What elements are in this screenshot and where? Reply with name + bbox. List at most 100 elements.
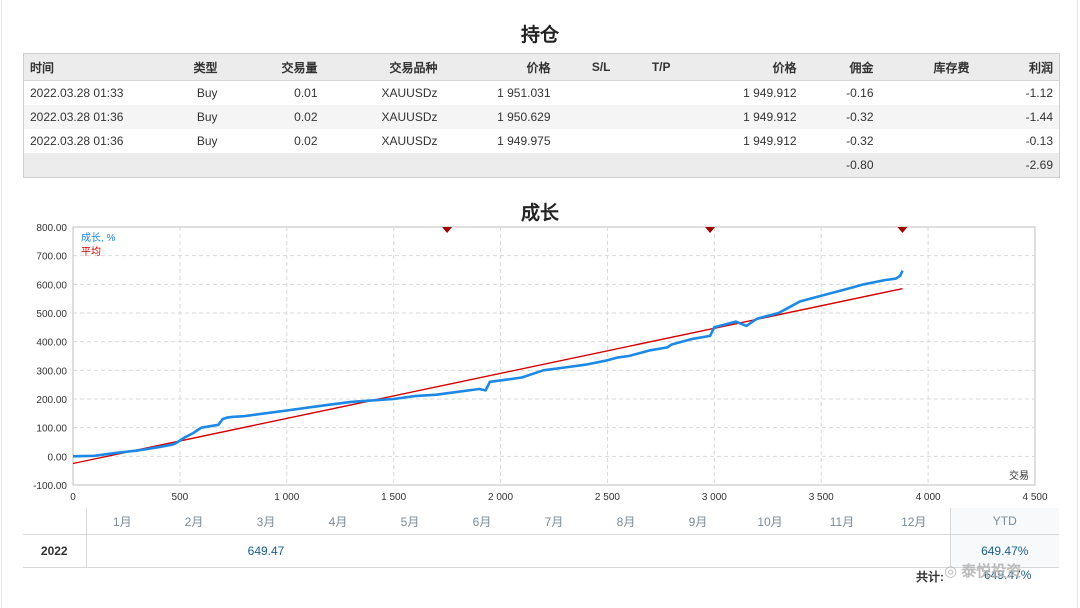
- y-tick-label: 200.00: [36, 395, 67, 406]
- cell-commission: -0.32: [802, 105, 880, 129]
- month-nov: 11月: [806, 508, 878, 535]
- cell-profit: -1.44: [975, 105, 1060, 129]
- monthly-returns-table: 1月 2月 3月 4月 5月 6月 7月 8月 9月 10月 11月 12月 Y…: [23, 508, 1059, 568]
- cell-tp: [616, 105, 677, 129]
- col-current-price[interactable]: 价格: [676, 53, 803, 81]
- wechat-icon: ◎: [944, 563, 962, 580]
- year-label: 2022: [23, 534, 87, 568]
- y-tick-label: 700.00: [36, 252, 67, 263]
- y-tick-label: 0.00: [48, 452, 68, 463]
- month-value: [734, 534, 806, 568]
- monthly-header-row: 1月 2月 3月 4月 5月 6月 7月 8月 9月 10月 11月 12月 Y…: [23, 508, 1059, 535]
- x-tick-label: 1 000: [274, 492, 299, 503]
- x-tick-label: 2 000: [488, 492, 513, 503]
- cell-swap: [879, 105, 976, 129]
- month-value: 649.47: [230, 534, 302, 568]
- totals-row: -0.80 -2.69: [23, 153, 1060, 178]
- cell-tp: [617, 129, 677, 153]
- positions-title: 持仓: [520, 25, 559, 46]
- cell-time: 2022.03.28 01:36: [30, 134, 124, 148]
- total-profit: -2.69: [975, 153, 1060, 178]
- col-type[interactable]: 类型: [163, 53, 224, 81]
- total-commission: -0.80: [802, 153, 880, 178]
- year-row: 2022 649.47 649.47%: [23, 534, 1059, 568]
- table-row[interactable]: 2022.03.28 01:36 Buy 0.02 XAUUSDz 1 950.…: [23, 105, 1060, 129]
- col-time[interactable]: 时间: [23, 53, 164, 81]
- cell-current-price: 1 949.912: [743, 134, 797, 148]
- y-tick-label: 300.00: [36, 366, 67, 377]
- cell-commission: -0.32: [846, 134, 874, 148]
- cell-open-price: 1 949.975: [497, 134, 551, 148]
- x-tick-label: 3 500: [809, 492, 834, 503]
- legend-growth: 成长, %: [81, 232, 116, 244]
- month-value: [158, 534, 230, 568]
- plot-area: [72, 226, 1036, 486]
- cell-profit: -1.12: [1025, 86, 1053, 100]
- col-swap[interactable]: 库存费: [879, 53, 976, 81]
- cell-swap: [880, 129, 976, 153]
- x-tick-label: 0: [70, 492, 76, 503]
- x-axis-label: 交易: [1009, 469, 1029, 482]
- cell-tp: [617, 81, 677, 106]
- col-tp[interactable]: T/P: [616, 53, 677, 81]
- cell-time: 2022.03.28 01:33: [30, 86, 124, 100]
- cell-commission: -0.16: [846, 86, 874, 100]
- cell-volume: 0.02: [294, 134, 318, 148]
- watermark-logo: ◎ 泰悦投资: [944, 560, 1021, 581]
- month-may: 5月: [374, 508, 446, 535]
- cell-current-price: 1 949.912: [676, 105, 803, 129]
- total-label: 共计:: [916, 570, 944, 584]
- x-tick-label: 1 500: [381, 492, 406, 503]
- month-jan: 1月: [86, 508, 158, 535]
- col-open-price[interactable]: 价格: [443, 53, 557, 81]
- x-tick-label: 500: [172, 492, 189, 503]
- month-dec: 12月: [878, 508, 950, 535]
- month-jul: 7月: [518, 508, 590, 535]
- month-sep: 9月: [662, 508, 734, 535]
- month-value: [806, 534, 878, 568]
- y-tick-label: 100.00: [36, 424, 67, 435]
- month-value: [86, 534, 158, 568]
- month-apr: 4月: [302, 508, 374, 535]
- cell-symbol: XAUUSDz: [323, 105, 444, 129]
- col-symbol[interactable]: 交易品种: [323, 53, 444, 81]
- table-row[interactable]: 2022.03.28 01:33 Buy 0.01 XAUUSDz 1 951.…: [24, 81, 1060, 106]
- month-value: [446, 534, 518, 568]
- y-tick-label: 400.00: [36, 338, 67, 349]
- y-tick-label: 500.00: [36, 309, 67, 320]
- cell-sl: [557, 81, 617, 106]
- x-tick-label: 3 000: [702, 492, 727, 503]
- growth-title: 成长: [520, 203, 559, 224]
- x-tick-label: 4 500: [1022, 492, 1047, 503]
- watermark-text: 泰悦投资: [961, 563, 1022, 580]
- cell-swap: [880, 81, 976, 106]
- month-jun: 6月: [446, 508, 518, 535]
- cell-volume: 0.02: [223, 105, 324, 129]
- cell-current-price: 1 949.912: [743, 86, 797, 100]
- x-tick-label: 2 500: [595, 492, 620, 503]
- month-value: [662, 534, 734, 568]
- month-value: [374, 534, 446, 568]
- month-oct: 10月: [734, 508, 806, 535]
- cell-symbol: XAUUSDz: [381, 86, 438, 100]
- cell-symbol: XAUUSDz: [381, 134, 438, 148]
- col-sl[interactable]: S/L: [556, 53, 617, 81]
- month-aug: 8月: [590, 508, 662, 535]
- table-row[interactable]: 2022.03.28 01:36 Buy 0.02 XAUUSDz 1 949.…: [24, 129, 1060, 153]
- col-commission[interactable]: 佣金: [802, 53, 880, 81]
- month-value: [590, 534, 662, 568]
- cell-time: 2022.03.28 01:36: [23, 105, 164, 129]
- x-tick-label: 4 000: [916, 492, 941, 503]
- cell-volume: 0.01: [294, 86, 318, 100]
- month-feb: 2月: [158, 508, 230, 535]
- growth-chart: -100.00 0.00 100.00 200.00 300.00 400.00 500.0…: [33, 223, 1048, 503]
- cell-type: Buy: [163, 105, 224, 129]
- month-mar: 3月: [230, 508, 302, 535]
- col-volume[interactable]: 交易量: [223, 53, 324, 81]
- col-profit[interactable]: 利润: [975, 53, 1060, 81]
- y-tick-label: 800.00: [36, 223, 67, 234]
- cell-sl: [557, 129, 617, 153]
- y-tick-label: 600.00: [36, 280, 67, 291]
- cell-open-price: 1 951.031: [497, 86, 551, 100]
- legend-average: 平均: [81, 246, 101, 258]
